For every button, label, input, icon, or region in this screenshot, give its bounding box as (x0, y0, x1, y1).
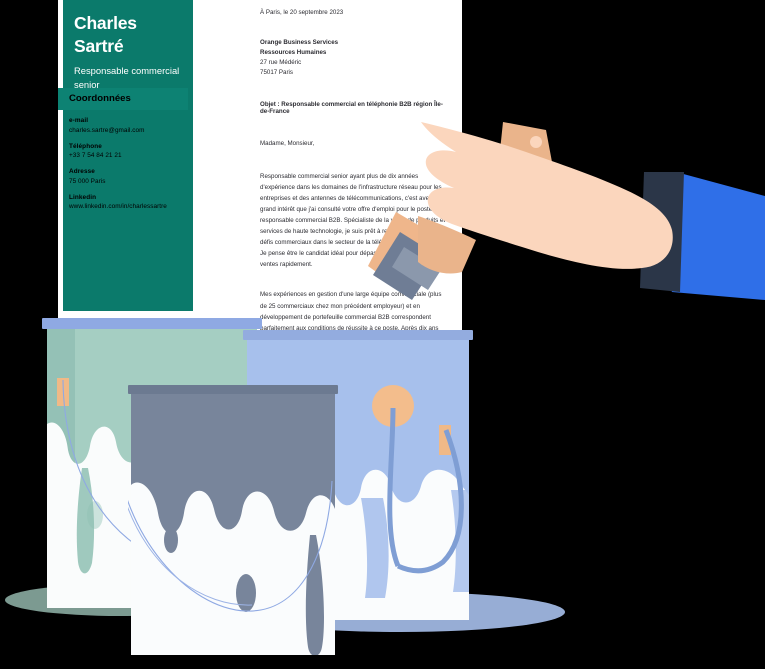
gray-drip-droplet-left (164, 527, 178, 553)
contact-item-address: Adresse 75 000 Paris (69, 168, 187, 185)
illustration-canvas: Charles Sartré Responsable commercial se… (0, 0, 765, 669)
contact-value-address: 75 000 Paris (69, 177, 106, 185)
candidate-role: Responsable commercial senior (74, 65, 180, 90)
contact-section-title: Coordonnées (69, 93, 131, 104)
contact-value-linkedin[interactable]: www.linkedin.com/in/charlessartre (69, 203, 187, 210)
contact-value-email[interactable]: charles.sartre@gmail.com (69, 127, 187, 134)
candidate-name: Charles Sartré (74, 12, 183, 58)
contact-label-linkedin: Linkedin (69, 193, 97, 201)
letter-date: À Paris, le 20 septembre 2023 (260, 9, 344, 16)
recipient-company: Orange Business Services (260, 39, 339, 46)
letter-salutation: Madame, Monsieur, (260, 140, 315, 148)
contact-item-phone: Téléphone +33 7 54 84 21 21 (69, 143, 187, 160)
gray-drip-droplet-center (236, 574, 256, 612)
gray-drip-shape (131, 482, 335, 655)
candidate-first-name: Charles (74, 13, 137, 33)
contact-item-linkedin: Linkedin www.linkedin.com/in/charlessart… (69, 194, 187, 211)
recipient-street: 27 rue Médéric (260, 59, 302, 67)
recipient-department: Ressources Humaines (260, 49, 327, 57)
contact-item-email: e-mail charles.sartre@gmail.com (69, 117, 187, 134)
recipient-city: 75017 Paris (260, 69, 294, 77)
letter-subject: Objet : Responsable commercial en téléph… (260, 101, 443, 116)
gray-paint-bucket[interactable] (128, 385, 338, 655)
contact-label-address: Adresse (69, 168, 95, 175)
contact-details-list: e-mail charles.sartre@gmail.com Téléphon… (69, 117, 187, 219)
gray-paint-drips (128, 480, 335, 655)
contact-value-phone[interactable]: +33 7 54 84 21 21 (69, 152, 187, 159)
contact-section-header: Coordonnées (58, 88, 188, 110)
letter-recipient-block: Orange Business Services Ressources Huma… (260, 38, 448, 78)
candidate-last-name: Sartré (74, 36, 124, 57)
contact-label-phone: Téléphone (69, 142, 102, 150)
letter-paragraph-1: Responsable commercial senior ayant plus… (260, 173, 446, 269)
contact-label-email: e-mail (69, 117, 89, 124)
